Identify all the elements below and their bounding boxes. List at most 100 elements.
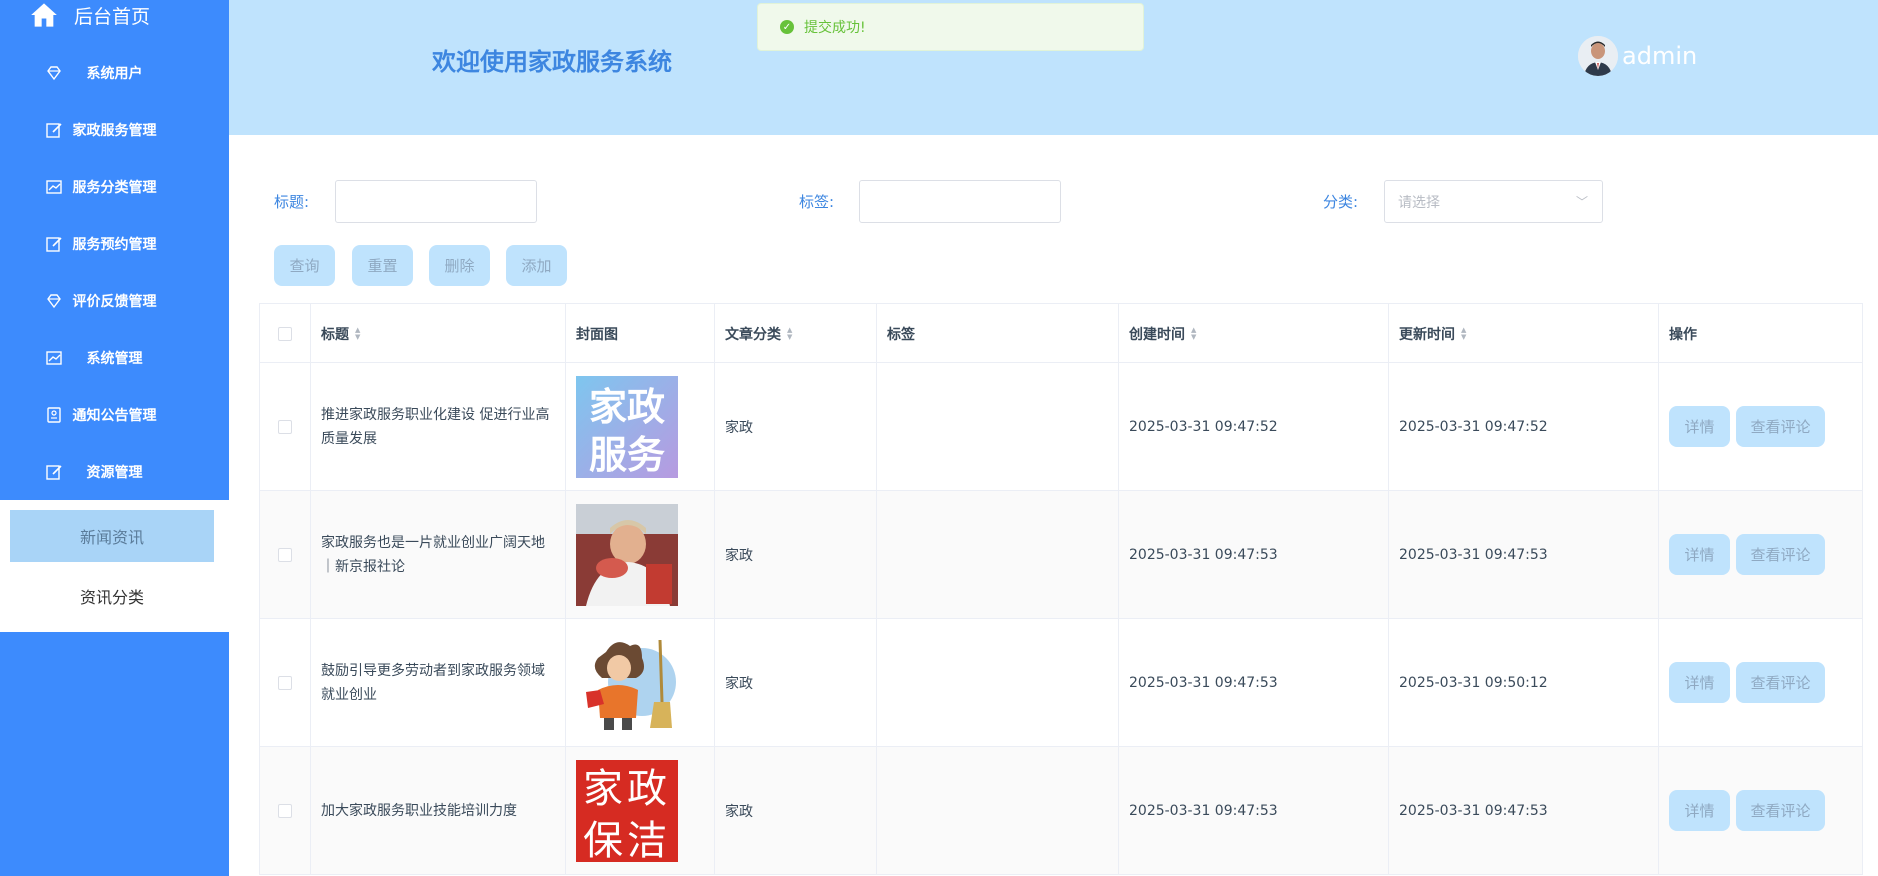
row-title: 推进家政服务职业化建设 促进行业高质量发展 — [311, 363, 566, 490]
tag-search-input[interactable] — [859, 180, 1061, 223]
row-checkbox[interactable] — [278, 675, 292, 690]
view-comments-button[interactable]: 查看评论 — [1736, 406, 1825, 447]
sort-icon[interactable]: ▲ ▼ — [1461, 327, 1466, 341]
submenu-item-news[interactable]: 新闻资讯 — [10, 510, 214, 562]
row-select-cell — [260, 747, 311, 874]
row-cover-cell: 家政 保洁 — [566, 747, 715, 874]
title-search-label: 标题: — [274, 193, 310, 211]
row-category: 家政 — [715, 491, 877, 618]
sort-icon[interactable]: ▲ ▼ — [787, 327, 792, 341]
sidebar-item-service-mgmt[interactable]: 家政服务管理 — [0, 110, 229, 150]
toast-message: 提交成功! — [804, 20, 866, 36]
detail-button[interactable]: 详情 — [1669, 406, 1730, 447]
reset-button[interactable]: 重置 — [352, 245, 413, 286]
row-category: 家政 — [715, 747, 877, 874]
row-checkbox[interactable] — [278, 547, 292, 562]
sidebar-item-booking-mgmt[interactable]: 服务预约管理 — [0, 224, 229, 264]
sidebar-item-label: 评价反馈管理 — [72, 294, 157, 310]
view-comments-button[interactable]: 查看评论 — [1736, 662, 1825, 703]
column-header-cover: 封面图 — [566, 304, 715, 364]
view-comments-button[interactable]: 查看评论 — [1736, 790, 1825, 831]
sidebar-item-label: 通知公告管理 — [72, 408, 157, 424]
sidebar: 后台首页 系统用户 家政服务管理 服务分类管理 服务预约管理 评价反馈管理 系统… — [0, 0, 229, 876]
row-title: 家政服务也是一片就业创业广阔天地｜新京报社论 — [311, 491, 566, 618]
row-title: 加大家政服务职业技能培训力度 — [311, 747, 566, 874]
sidebar-item-label: 资源管理 — [86, 465, 143, 481]
sidebar-item-label: 系统管理 — [86, 351, 143, 367]
column-header-label: 更新时间 — [1399, 327, 1455, 343]
svg-text:家政: 家政 — [583, 766, 671, 812]
sidebar-item-feedback-mgmt[interactable]: 评价反馈管理 — [0, 281, 229, 321]
cover-image — [576, 503, 678, 606]
table-header: 标题 ▲ ▼ 封面图 文章分类 ▲ ▼ 标签 创建时间 ▲ ▼ 更新时间 ▲ ▼ 操作 — [259, 303, 1864, 364]
detail-button[interactable]: 详情 — [1669, 534, 1730, 575]
row-updated: 2025-03-31 09:47:53 — [1389, 747, 1659, 874]
avatar[interactable] — [1578, 36, 1618, 76]
detail-button[interactable]: 详情 — [1669, 790, 1730, 831]
home-link[interactable]: 后台首页 — [30, 0, 150, 30]
sidebar-item-system-users[interactable]: 系统用户 — [0, 53, 229, 93]
row-updated: 2025-03-31 09:47:53 — [1389, 491, 1659, 618]
row-tag — [877, 747, 1119, 874]
username[interactable]: admin — [1622, 42, 1697, 70]
row-created: 2025-03-31 09:47:52 — [1119, 363, 1389, 490]
sidebar-item-category-mgmt[interactable]: 服务分类管理 — [0, 167, 229, 207]
query-button[interactable]: 查询 — [274, 245, 335, 286]
sidebar-item-label: 家政服务管理 — [72, 123, 157, 139]
column-header-created[interactable]: 创建时间 ▲ ▼ — [1119, 304, 1389, 364]
row-updated: 2025-03-31 09:47:52 — [1389, 363, 1659, 490]
table-row: 加大家政服务职业技能培训力度 家政 保洁 家政 2025-03-31 09:47… — [259, 747, 1863, 875]
cover-image — [576, 631, 678, 734]
row-actions: 详情 查看评论 — [1659, 747, 1864, 874]
check-icon: ✓ — [780, 20, 794, 34]
sort-icon[interactable]: ▲ ▼ — [1191, 327, 1196, 341]
row-tag — [877, 619, 1119, 746]
row-created: 2025-03-31 09:47:53 — [1119, 747, 1389, 874]
row-category: 家政 — [715, 363, 877, 490]
sort-icon[interactable]: ▲ ▼ — [355, 327, 360, 341]
select-all-checkbox[interactable] — [278, 327, 292, 341]
row-checkbox[interactable] — [278, 803, 292, 818]
add-button[interactable]: 添加 — [506, 245, 567, 286]
column-header-title[interactable]: 标题 ▲ ▼ — [311, 304, 566, 364]
row-cover-cell — [566, 619, 715, 746]
row-actions: 详情 查看评论 — [1659, 491, 1864, 618]
resource-submenu: 新闻资讯 资讯分类 — [0, 500, 229, 632]
sidebar-item-system-mgmt[interactable]: 系统管理 — [0, 338, 229, 378]
row-updated: 2025-03-31 09:50:12 — [1389, 619, 1659, 746]
title-search-input[interactable] — [335, 180, 537, 223]
table-row: 家政服务也是一片就业创业广阔天地｜新京报社论 家政 2025-03-31 09:… — [259, 491, 1863, 619]
row-title: 鼓励引导更多劳动者到家政服务领域就业创业 — [311, 619, 566, 746]
column-header-tag: 标签 — [877, 304, 1119, 364]
row-select-cell — [260, 491, 311, 618]
success-toast: ✓ 提交成功! — [757, 3, 1144, 51]
column-header-updated[interactable]: 更新时间 ▲ ▼ — [1389, 304, 1659, 364]
view-comments-button[interactable]: 查看评论 — [1736, 534, 1825, 575]
submenu-item-news-category[interactable]: 资讯分类 — [10, 570, 214, 622]
row-created: 2025-03-31 09:47:53 — [1119, 491, 1389, 618]
row-tag — [877, 491, 1119, 618]
delete-button[interactable]: 删除 — [429, 245, 490, 286]
cover-image: 家政 保洁 — [576, 759, 678, 862]
select-all-cell — [260, 304, 311, 364]
row-actions: 详情 查看评论 — [1659, 363, 1864, 490]
sidebar-item-label: 服务预约管理 — [72, 237, 157, 253]
sidebar-item-label: 服务分类管理 — [72, 180, 157, 196]
column-header-label: 创建时间 — [1129, 327, 1185, 343]
row-checkbox[interactable] — [278, 419, 292, 434]
category-search-label: 分类: — [1323, 193, 1359, 211]
column-header-category[interactable]: 文章分类 ▲ ▼ — [715, 304, 877, 364]
svg-text:家政: 家政 — [589, 385, 665, 429]
category-select-placeholder: 请选择 — [1398, 194, 1440, 211]
column-header-label: 标题 — [321, 327, 349, 343]
svg-text:保洁: 保洁 — [583, 818, 671, 862]
home-label: 后台首页 — [74, 5, 151, 28]
row-category: 家政 — [715, 619, 877, 746]
detail-button[interactable]: 详情 — [1669, 662, 1730, 703]
sidebar-item-notice-mgmt[interactable]: 通知公告管理 — [0, 395, 229, 435]
category-select[interactable]: 请选择 ﹀ — [1384, 180, 1603, 223]
column-header-actions: 操作 — [1659, 304, 1864, 364]
sidebar-item-resource-mgmt[interactable]: 资源管理 — [0, 452, 229, 492]
row-tag — [877, 363, 1119, 490]
column-header-label: 文章分类 — [725, 327, 781, 343]
